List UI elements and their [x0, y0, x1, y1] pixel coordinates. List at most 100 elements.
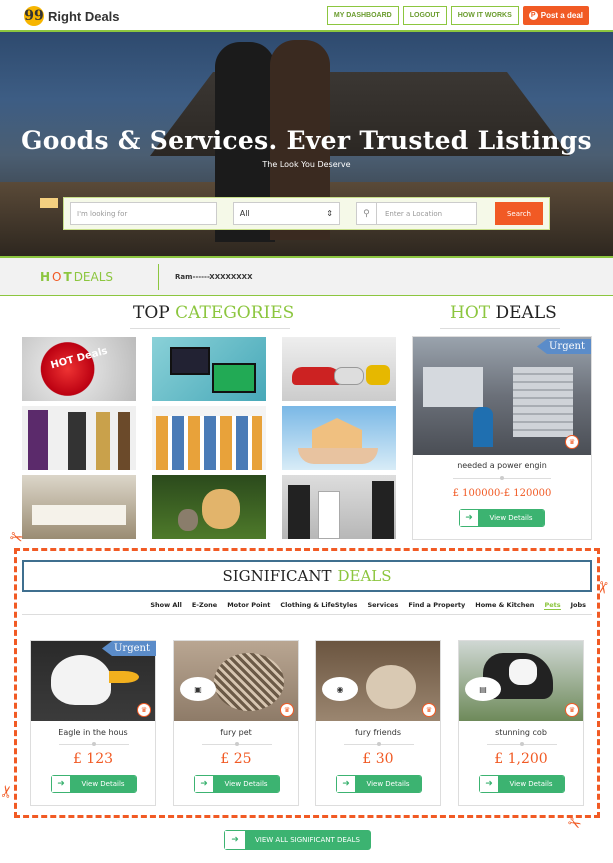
top-nav: MY DASHBOARD LOGOUT HOW IT WORKS P Post … [326, 6, 589, 25]
person-image [318, 491, 340, 539]
category-home-kitchen[interactable] [22, 475, 136, 539]
hamster-body [366, 665, 416, 709]
category-motor[interactable] [282, 337, 396, 401]
laptop-image [212, 363, 256, 393]
separator-dot [235, 742, 239, 746]
tab-motor-point[interactable]: Motor Point [227, 601, 270, 610]
arrow-right-icon: ➜ [480, 776, 498, 792]
arrow-right-icon: ➜ [225, 831, 245, 849]
view-all-significant-deals-button[interactable]: ➜ View all significant deals [224, 830, 371, 850]
title-part-green: HOT [450, 303, 491, 323]
view-details-button[interactable]: ➜ View Details [459, 509, 545, 527]
search-input[interactable]: I'm looking for [70, 202, 217, 225]
strip-divider [158, 263, 160, 290]
arrow-right-icon: ➜ [337, 776, 355, 792]
hero-banner: Goods & Services. Ever Trusted Listings … [0, 32, 613, 256]
scissors-icon: ✂ [7, 526, 27, 549]
separator-dot [520, 742, 524, 746]
hot-logo-deals: DEALS [73, 269, 114, 284]
title-part-green: CATEGORIES [175, 303, 295, 323]
crown-icon: ♛ [280, 703, 294, 717]
hot-deal-name[interactable]: needed a power engin [413, 461, 591, 470]
deal-card[interactable]: ◉ ♛ fury friends £ 30 ➜ View Details [315, 640, 441, 806]
hot-logo-t: T [63, 269, 72, 284]
crown-icon: ♛ [565, 703, 579, 717]
crown-icon: ♛ [422, 703, 436, 717]
kitchen-image [32, 505, 126, 525]
deal-price: £ 30 [362, 751, 394, 767]
hero-window [40, 198, 58, 208]
hot-deals-strip: H O T DEALS Ram------XXXXXXXX [0, 256, 613, 296]
deal-card[interactable]: ▤ ♛ stunning cob £ 1,200 ➜ View Details [458, 640, 584, 806]
search-bar: I'm looking for All ⇕ ⚲ Enter a Location… [63, 197, 550, 230]
tab-e-zone[interactable]: E-Zone [192, 601, 217, 610]
top-categories-title: TOP CATEGORIES [133, 303, 294, 323]
category-hot-deals[interactable]: HOT Deals [22, 337, 136, 401]
view-details-button[interactable]: ➜ View Details [51, 775, 137, 793]
tab-pets[interactable]: Pets [544, 601, 561, 610]
view-details-label: View Details [70, 776, 136, 792]
nav-my-dashboard[interactable]: MY DASHBOARD [326, 6, 399, 25]
category-electronics[interactable] [152, 337, 266, 401]
tab-show-all[interactable]: Show All [150, 601, 182, 610]
deal-card[interactable]: ▣ ♛ fury pet £ 25 ➜ View Details [173, 640, 299, 806]
significant-deals-title: SIGNIFICANT DEALS [22, 560, 592, 592]
tab-services[interactable]: Services [367, 601, 398, 610]
hedgehog-spines [214, 653, 284, 711]
title-underline [130, 328, 290, 329]
post-deal-button[interactable]: P Post a deal [522, 6, 589, 25]
nav-how-it-works[interactable]: HOW IT WORKS [450, 6, 519, 25]
person-image [96, 412, 110, 470]
house-image [312, 418, 362, 448]
seller-thumbnail: ◉ [322, 677, 358, 701]
select-arrows-icon: ⇕ [326, 209, 333, 218]
eagle-beak [109, 671, 139, 683]
title-part-green: DEALS [337, 567, 392, 585]
tab-find-property[interactable]: Find a Property [408, 601, 465, 610]
person-image [372, 481, 394, 539]
hot-deal-image [413, 337, 591, 455]
view-details-label: View Details [355, 776, 421, 792]
search-button[interactable]: Search [494, 202, 543, 225]
location-input[interactable]: ⚲ Enter a Location [355, 202, 477, 225]
tab-clothing[interactable]: Clothing & LifeStyles [280, 601, 357, 610]
category-select[interactable]: All ⇕ [232, 202, 340, 225]
view-details-button[interactable]: ➜ View Details [336, 775, 422, 793]
hero-subtitle: The Look You Deserve [262, 160, 351, 169]
view-details-button[interactable]: ➜ View Details [194, 775, 280, 793]
hero-title: Goods & Services. Ever Trusted Listings [21, 126, 592, 155]
category-pets[interactable] [152, 475, 266, 539]
scissors-icon: ✂ [0, 783, 18, 800]
category-clothing[interactable] [22, 406, 136, 470]
hot-deals-badge: HOT Deals [49, 345, 109, 372]
page: 99 Right Deals MY DASHBOARD LOGOUT HOW I… [0, 0, 613, 863]
tab-home-kitchen[interactable]: Home & Kitchen [475, 601, 534, 610]
nav-logout[interactable]: LOGOUT [402, 6, 447, 25]
deal-card[interactable]: Urgent ♛ Eagle in the hous £ 123 ➜ View … [30, 640, 156, 806]
puppy-image [202, 489, 240, 529]
view-details-button[interactable]: ➜ View Details [479, 775, 565, 793]
deal-name[interactable]: fury pet [174, 728, 298, 737]
kitten-image [178, 509, 198, 531]
site-logo[interactable]: 99 Right Deals [24, 6, 120, 26]
deal-name[interactable]: Eagle in the hous [31, 728, 155, 737]
category-jobs[interactable] [282, 475, 396, 539]
separator-dot [500, 476, 504, 480]
hot-deal-card[interactable]: Urgent ♛ needed a power engin £ 100000-£… [412, 336, 592, 540]
tab-jobs[interactable]: Jobs [571, 601, 586, 610]
arrow-right-icon: ➜ [195, 776, 213, 792]
deal-ticker[interactable]: Ram------XXXXXXXX [175, 273, 252, 281]
location-placeholder: Enter a Location [384, 209, 443, 218]
category-property[interactable] [282, 406, 396, 470]
workers-image [156, 416, 262, 470]
view-details-label: View Details [498, 776, 564, 792]
view-details-label: View Details [478, 510, 544, 526]
title-underline [440, 328, 560, 329]
pin-icon: P [528, 11, 538, 20]
view-details-label: View Details [213, 776, 279, 792]
deal-name[interactable]: stunning cob [459, 728, 583, 737]
person-image [118, 412, 130, 470]
crown-icon: ♛ [565, 435, 579, 449]
category-services[interactable] [152, 406, 266, 470]
deal-name[interactable]: fury friends [316, 728, 440, 737]
